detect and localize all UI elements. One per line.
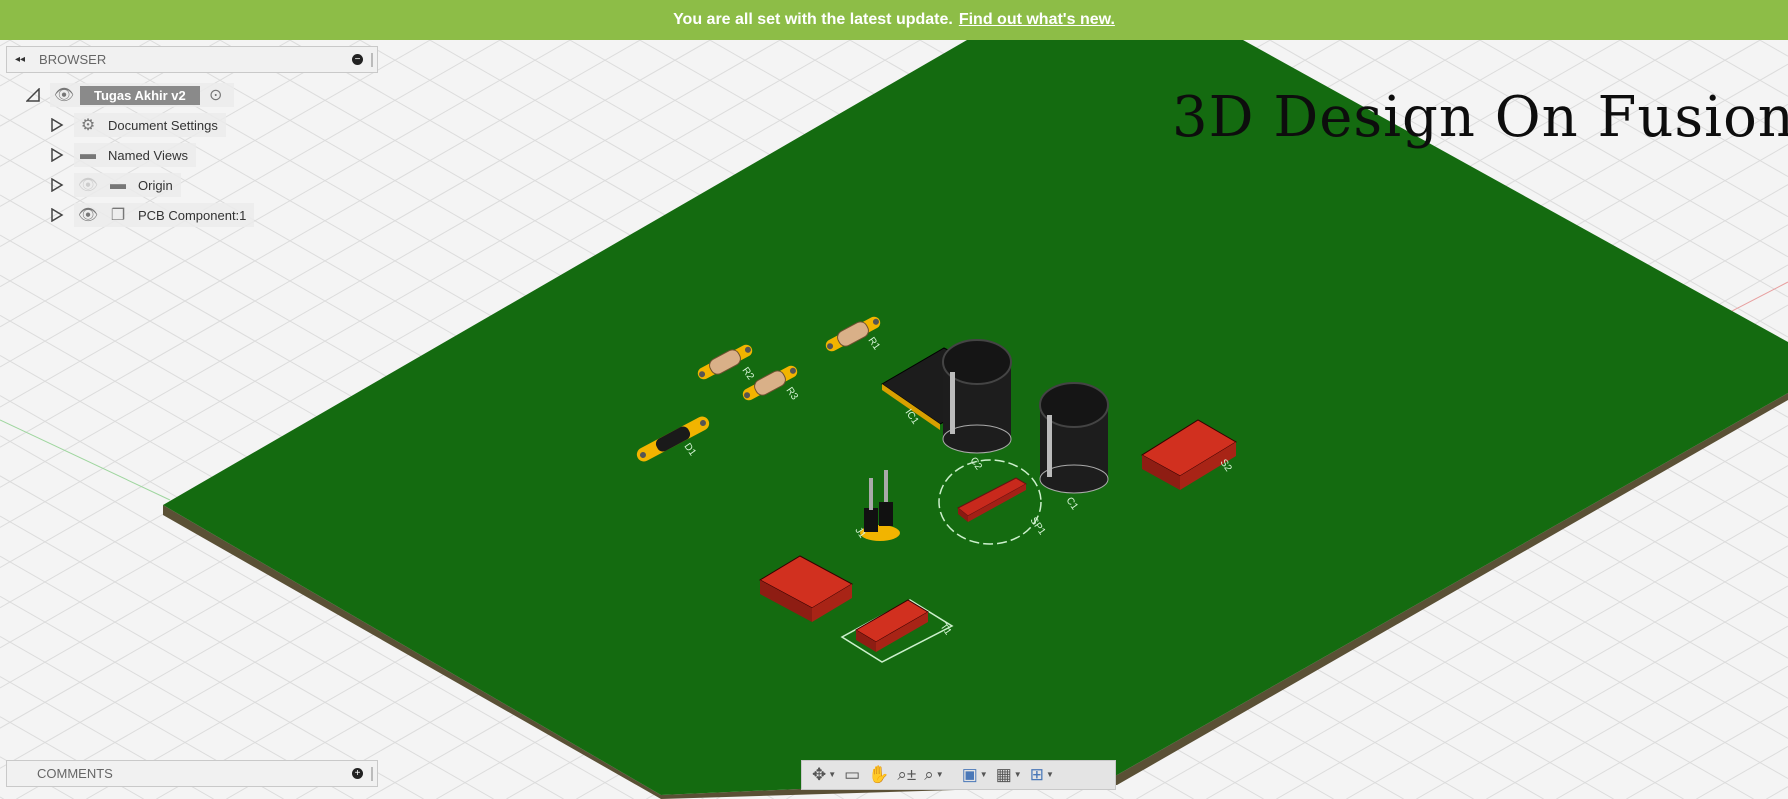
tree-item-pcb-component[interactable]: 👁 ❐ PCB Component:1 [50, 202, 255, 228]
display-settings-icon: ▣ [961, 765, 978, 784]
display-settings-button[interactable]: ▣ ▼ [962, 765, 988, 785]
zoom-icon: ⌕± [897, 765, 917, 784]
grid-button[interactable]: ▦ ▼ [996, 765, 1022, 785]
y-axis-line [0, 419, 171, 501]
navigation-toolbar: ✥ ▼ ▭ ✋ ⌕± ⌕ ▼ ▣ ▼ ▦ ▼ ⊞ ▼ [801, 760, 1116, 790]
viewports-button[interactable]: ⊞ ▼ [1030, 765, 1054, 785]
expand-triangle-icon[interactable] [50, 208, 64, 222]
grid-line [1766, 786, 1788, 799]
comments-title: COMMENTS [37, 766, 113, 781]
item-label: PCB Component:1 [138, 207, 247, 223]
folder-icon: ▬ [110, 176, 126, 193]
folder-icon: ▬ [80, 146, 96, 163]
grid-line [1696, 746, 1788, 799]
add-comment-icon[interactable]: + [352, 768, 363, 779]
pan-icon: ✋ [868, 765, 890, 784]
fit-button[interactable]: ⌕ ▼ [924, 765, 943, 785]
banner-message: You are all set with the latest update. [673, 11, 953, 28]
browser-panel-header[interactable]: ◂◂ BROWSER − [6, 46, 378, 73]
eye-icon[interactable]: 👁 [54, 86, 74, 104]
look-at-icon: ▭ [844, 765, 861, 784]
collapse-icon[interactable]: ◂◂ [15, 54, 25, 65]
grid-line [1556, 665, 1788, 799]
browser-title: BROWSER [39, 52, 107, 67]
root-label: Tugas Akhir v2 [80, 85, 200, 105]
grid-line [1416, 585, 1788, 799]
radio-active-icon[interactable]: ⊙ [206, 86, 226, 104]
orbit-icon: ✥ [812, 765, 827, 784]
tree-item-origin[interactable]: 👁 ▬ Origin [50, 172, 181, 198]
capacitor-c2[interactable] [942, 339, 1012, 454]
expanded-triangle-icon[interactable] [26, 88, 40, 102]
overlay-title: 3D Design On Fusion [1172, 85, 1788, 150]
orbit-button[interactable]: ✥ ▼ [812, 765, 836, 785]
comments-panel-header[interactable]: COMMENTS + [6, 760, 378, 787]
minus-icon[interactable]: − [352, 54, 363, 65]
update-banner: You are all set with the latest update. … [0, 0, 1788, 40]
expand-triangle-icon[interactable] [50, 148, 64, 162]
item-label: Document Settings [108, 117, 218, 133]
tree-root[interactable]: 👁 Tugas Akhir v2 ⊙ [26, 82, 234, 108]
tree-item-named-views[interactable]: ▬ Named Views [50, 142, 196, 168]
pan-button[interactable]: ✋ [868, 765, 889, 785]
viewports-icon: ⊞ [1029, 765, 1044, 784]
eye-icon[interactable]: 👁 [78, 206, 98, 224]
grid-icon: ▦ [995, 765, 1012, 784]
component-icon: ❐ [110, 207, 126, 224]
fit-icon: ⌕ [924, 765, 934, 784]
look-at-button[interactable]: ▭ [844, 765, 860, 785]
capacitor-c1[interactable] [1039, 382, 1109, 494]
eye-hidden-icon[interactable]: 👁 [78, 176, 98, 194]
gear-icon: ⚙ [80, 117, 96, 134]
item-label: Origin [138, 177, 173, 193]
grid-line [1626, 705, 1788, 799]
item-label: Named Views [108, 147, 188, 163]
expand-triangle-icon[interactable] [50, 178, 64, 192]
panel-grip[interactable] [371, 766, 373, 781]
zoom-button[interactable]: ⌕± [897, 765, 916, 785]
whats-new-link[interactable]: Find out what's new. [959, 11, 1115, 29]
tree-item-document-settings[interactable]: ⚙ Document Settings [50, 112, 226, 138]
expand-triangle-icon[interactable] [50, 118, 64, 132]
panel-grip[interactable] [371, 52, 373, 67]
